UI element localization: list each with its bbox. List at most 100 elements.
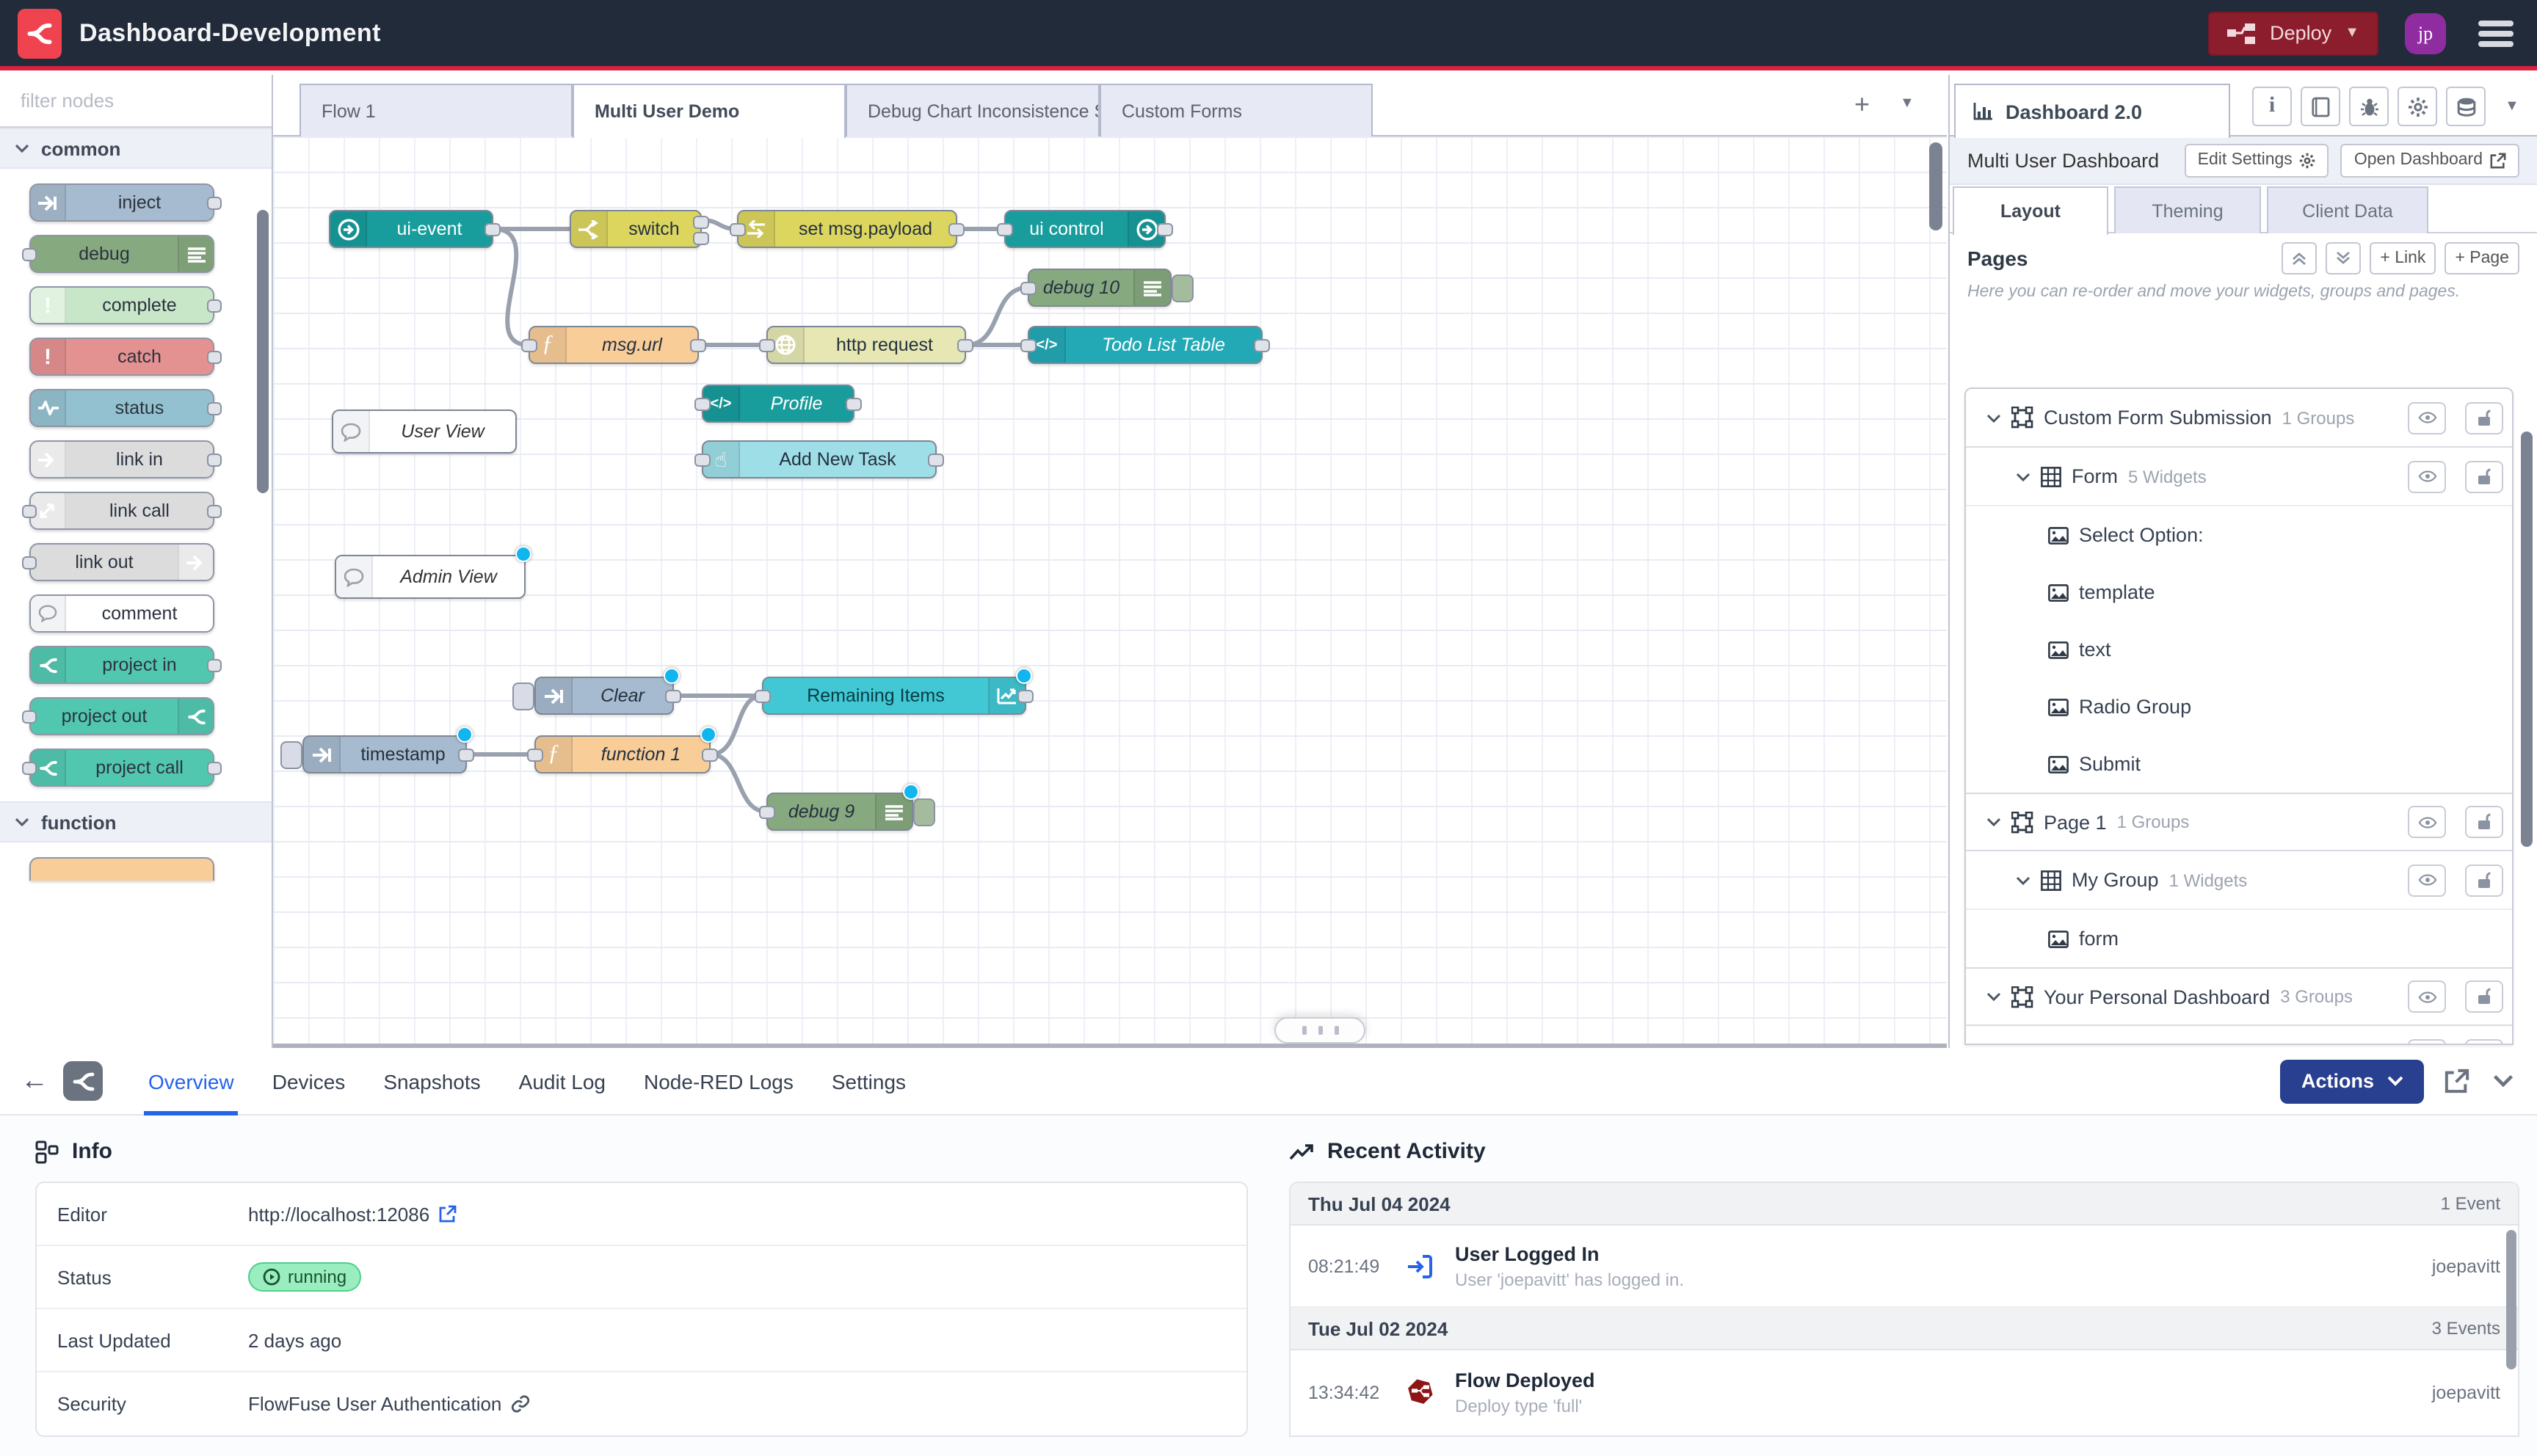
palette-node-project-out[interactable]: project out xyxy=(29,697,214,735)
output-port[interactable] xyxy=(665,690,681,703)
palette-node-function-partial[interactable] xyxy=(29,857,214,881)
activity-event-row[interactable]: 13:34:42 Flow Deployed Deploy type 'full… xyxy=(1291,1350,2518,1435)
palette-node-project-in[interactable]: project in xyxy=(29,646,214,684)
output-port[interactable] xyxy=(1017,690,1034,703)
palette-category-common[interactable]: common xyxy=(0,128,272,169)
tab-node-red-logs[interactable]: Node-RED Logs xyxy=(625,1047,813,1115)
edit-settings-button[interactable]: Edit Settings xyxy=(2185,143,2329,177)
unlock-button[interactable] xyxy=(2465,806,2503,838)
editor-link[interactable]: http://localhost:12086 xyxy=(248,1203,456,1225)
palette-node-status[interactable]: status xyxy=(29,389,214,427)
flow-node-msg-url[interactable]: ƒ msg.url xyxy=(529,326,699,364)
collapse-panel-caret[interactable] xyxy=(2493,1074,2514,1088)
palette-node-link-in[interactable]: link in xyxy=(29,440,214,478)
flow-node-switch[interactable]: switch xyxy=(570,210,702,248)
output-port[interactable] xyxy=(846,398,862,411)
settings-gear-button[interactable] xyxy=(2398,87,2437,126)
deploy-button[interactable]: Deploy ▼ xyxy=(2208,11,2378,55)
flow-node-http-request[interactable]: http request xyxy=(766,326,966,364)
input-port[interactable] xyxy=(997,223,1013,236)
flow-node-ui-control[interactable]: ui control xyxy=(1004,210,1166,248)
sidebar-scrollbar[interactable] xyxy=(2521,432,2533,847)
back-arrow-icon[interactable]: ← xyxy=(21,1065,48,1097)
output-port[interactable] xyxy=(928,454,944,467)
tab-theming[interactable]: Theming xyxy=(2114,186,2261,233)
main-menu-icon[interactable] xyxy=(2478,20,2514,46)
output-port[interactable] xyxy=(957,339,973,352)
panel-resize-handle[interactable] xyxy=(1274,1017,1365,1044)
chevron-down-icon[interactable] xyxy=(2016,876,2030,884)
palette-scrollbar[interactable] xyxy=(257,210,269,493)
unlock-button[interactable] xyxy=(2465,401,2503,434)
flow-node-ui-event[interactable]: ui-event xyxy=(329,210,493,248)
tree-group-row[interactable]: My Group 1 Widgets xyxy=(1966,851,2512,910)
flow-node-debug10[interactable]: debug 10 xyxy=(1028,269,1172,307)
tab-dashboard-2[interactable]: Dashboard 2.0 xyxy=(1954,84,2230,138)
add-flow-icon[interactable]: + xyxy=(1854,90,1870,120)
chevron-down-icon[interactable] xyxy=(1986,413,2001,422)
output-port[interactable] xyxy=(693,232,709,245)
input-port[interactable] xyxy=(521,339,537,352)
visibility-eye-button[interactable] xyxy=(2408,864,2446,896)
flow-node-remaining-items[interactable]: Remaining Items xyxy=(762,677,1026,715)
actions-button[interactable]: Actions xyxy=(2281,1059,2424,1103)
link-chain-icon[interactable] xyxy=(510,1394,529,1413)
input-port[interactable] xyxy=(694,398,711,411)
visibility-eye-button[interactable] xyxy=(2408,460,2446,492)
palette-node-complete[interactable]: ! complete xyxy=(29,286,214,324)
activity-event-row[interactable]: 08:21:49 User Logged In User 'joepavitt'… xyxy=(1291,1226,2518,1308)
output-port[interactable] xyxy=(948,223,965,236)
chevron-down-icon[interactable] xyxy=(1986,992,2001,1001)
tree-page-row[interactable]: Custom Form Submission 1 Groups xyxy=(1966,389,2512,448)
tab-settings[interactable]: Settings xyxy=(813,1047,925,1115)
deploy-dropdown-caret[interactable]: ▼ xyxy=(2345,25,2359,41)
tab-audit-log[interactable]: Audit Log xyxy=(500,1047,625,1115)
input-port[interactable] xyxy=(730,223,746,236)
tree-page-row[interactable]: Page 1 1 Groups xyxy=(1966,793,2512,851)
output-port[interactable] xyxy=(693,216,709,229)
palette-node-debug[interactable]: debug xyxy=(29,235,214,273)
palette-node-comment[interactable]: comment xyxy=(29,594,214,633)
visibility-eye-button[interactable] xyxy=(2408,1038,2446,1045)
unlock-button[interactable] xyxy=(2465,864,2503,896)
user-avatar[interactable]: jp xyxy=(2405,12,2446,54)
unlock-button[interactable] xyxy=(2465,460,2503,492)
info-tab-button[interactable]: i xyxy=(2252,87,2292,126)
add-page-button[interactable]: + Page xyxy=(2445,242,2519,274)
tab-layout[interactable]: Layout xyxy=(1953,186,2108,235)
sidebar-menu-caret[interactable]: ▼ xyxy=(2505,98,2519,114)
open-editor-icon[interactable] xyxy=(2445,1069,2469,1093)
flow-tab-custom-forms[interactable]: Custom Forms xyxy=(1100,84,1373,136)
tree-widget-row[interactable]: Radio Group xyxy=(1966,678,2512,735)
unlock-button[interactable] xyxy=(2465,1038,2503,1045)
tree-widget-row[interactable]: form xyxy=(1966,910,2512,967)
input-port[interactable] xyxy=(759,339,775,352)
flow-canvas[interactable]: ui-event switch set msg.payload ui contr… xyxy=(273,136,1947,1048)
flow-node-function1[interactable]: ƒ function 1 xyxy=(534,735,711,774)
flow-node-clear[interactable]: Clear xyxy=(534,677,674,715)
inject-button[interactable] xyxy=(512,682,534,710)
input-port[interactable] xyxy=(755,690,771,703)
tree-widget-row[interactable]: template xyxy=(1966,564,2512,621)
tree-widget-row[interactable]: Select Option: xyxy=(1966,506,2512,564)
output-port[interactable] xyxy=(484,223,501,236)
help-book-button[interactable] xyxy=(2301,87,2340,126)
flow-node-user-view-comment[interactable]: User View xyxy=(332,410,517,454)
canvas-vertical-scrollbar[interactable] xyxy=(1929,142,1942,230)
filter-nodes-input[interactable] xyxy=(21,90,279,112)
visibility-eye-button[interactable] xyxy=(2408,401,2446,434)
flow-tab-flow1[interactable]: Flow 1 xyxy=(300,84,573,136)
debug-toggle-button[interactable] xyxy=(913,798,935,826)
flow-node-profile[interactable]: </> Profile xyxy=(702,385,854,423)
output-port[interactable] xyxy=(458,749,474,762)
flow-tab-debug-chart[interactable]: Debug Chart Inconsistence S xyxy=(846,84,1100,136)
debug-bug-button[interactable] xyxy=(2349,87,2389,126)
tab-client-data[interactable]: Client Data xyxy=(2267,186,2428,233)
tree-widget-row[interactable]: text xyxy=(1966,621,2512,678)
flow-tab-multi-user-demo[interactable]: Multi User Demo xyxy=(573,84,846,138)
flow-node-admin-view-comment[interactable]: Admin View xyxy=(335,555,526,599)
flow-node-timestamp[interactable]: timestamp xyxy=(302,735,467,774)
expand-all-button[interactable] xyxy=(2326,242,2361,274)
visibility-eye-button[interactable] xyxy=(2408,980,2446,1013)
output-port[interactable] xyxy=(1254,339,1270,352)
